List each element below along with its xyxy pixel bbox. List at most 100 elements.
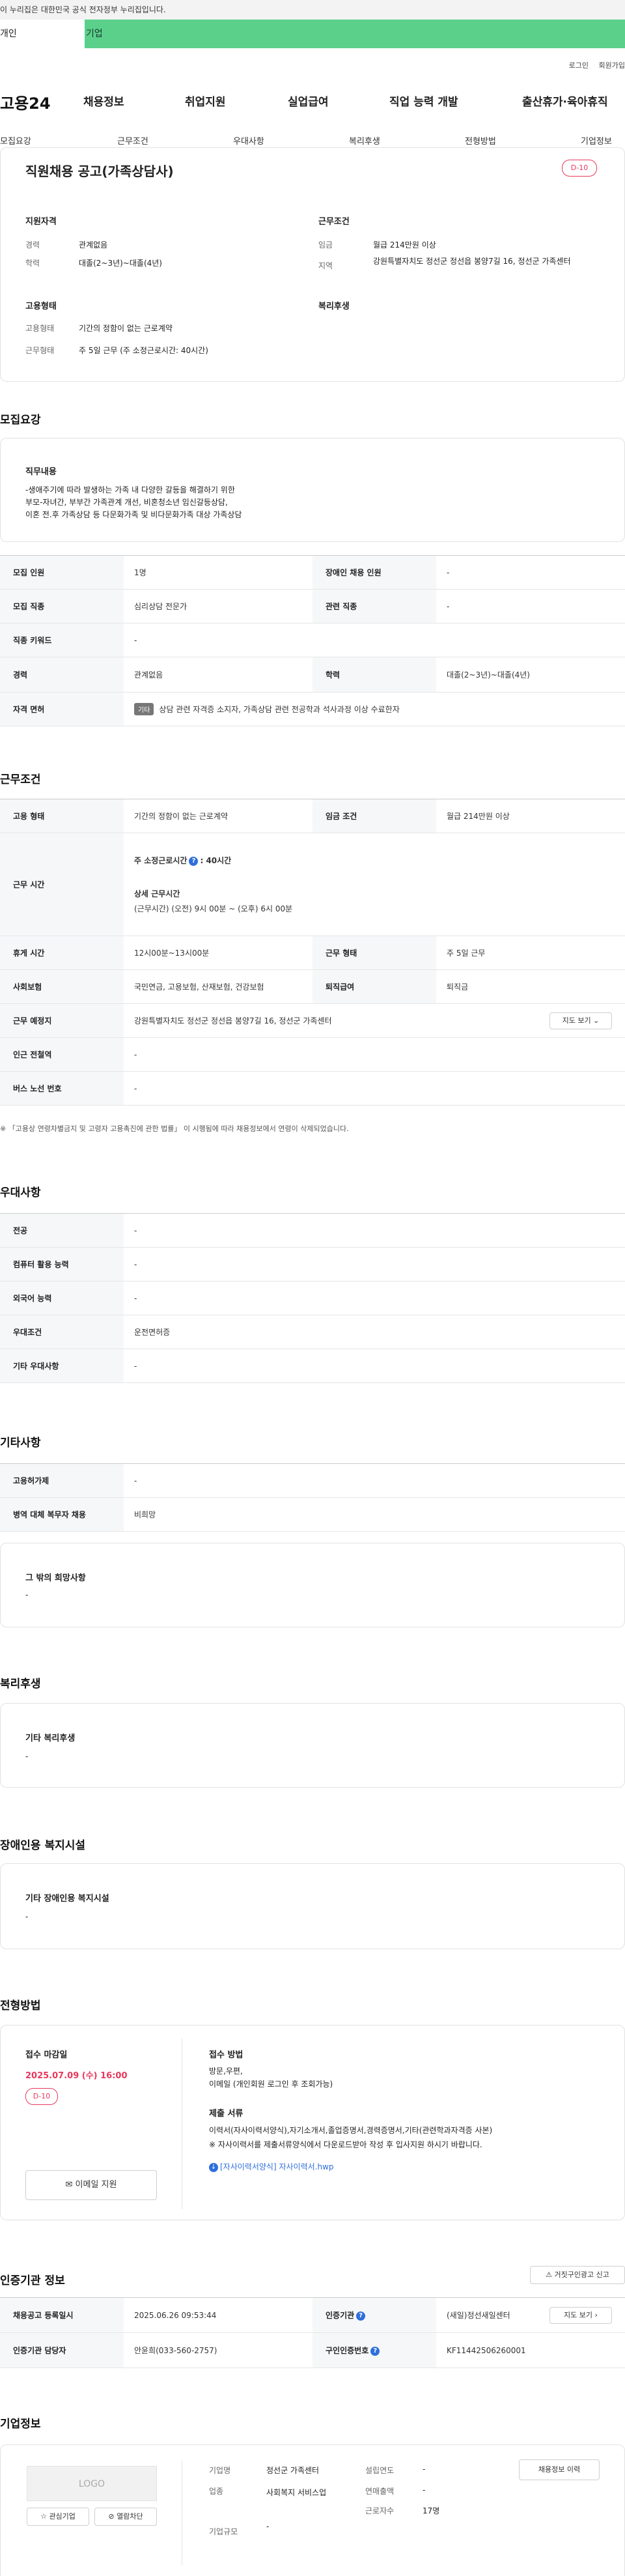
industry-value: 사회복지 서비스업 xyxy=(266,2488,327,2497)
favorite-button[interactable]: ☆ 관심기업 xyxy=(27,2508,89,2526)
history-button[interactable]: 채용정보 이력 xyxy=(519,2459,600,2480)
subnav-screening[interactable]: 전형방법 xyxy=(465,134,496,147)
gnb-leave[interactable]: 출산휴가·육아휴직 xyxy=(522,93,608,109)
email-apply-button[interactable]: ✉ 이메일 지원 xyxy=(25,2170,157,2200)
deadline-dday-badge: D-10 xyxy=(25,2088,58,2105)
cell-value: 월급 214만원 이상 xyxy=(436,799,625,833)
org-value: (새일)정선새일센터 xyxy=(447,2311,510,2320)
cell-header: 사회보험 xyxy=(0,969,124,1004)
etc-heading: 기타사항 xyxy=(0,1437,41,1450)
career-value: 관계없음 xyxy=(79,240,108,250)
util-links: 로그인 회원가입 xyxy=(561,60,625,70)
cell-header: 관련 직종 xyxy=(312,589,436,623)
star-icon: ☆ xyxy=(40,2512,47,2521)
welfare-title: 복리후생 xyxy=(318,302,350,311)
weekly-hours-value: : 40시간 xyxy=(200,856,232,865)
cell-value: 심리상담 전문가 xyxy=(124,589,312,623)
cell-value: - xyxy=(124,1213,625,1248)
gnb-jobs[interactable]: 채용정보 xyxy=(83,93,124,109)
help-icon[interactable]: ? xyxy=(356,2311,366,2321)
company-card: LOGO ☆ 관심기업 ⊘ 열람차단 기업명 정선군 가족센터 업종 사회복지 … xyxy=(0,2444,625,2576)
certify-heading: 인증기관 정보 xyxy=(0,2274,65,2287)
conditions-table: 고용 형태 기간의 정함이 없는 근로계약 임금 조건 월급 214만원 이상 … xyxy=(0,799,625,1106)
cell-header: 인근 전철역 xyxy=(0,1037,124,1072)
block-icon: ⊘ xyxy=(108,2512,115,2521)
cell-header: 퇴직급여 xyxy=(312,969,436,1004)
login-link[interactable]: 로그인 xyxy=(569,61,589,70)
docs-line: 이력서(자사이력서양식),자기소개서,졸업증명서,경력증명서,기타(관련학과자격… xyxy=(209,2126,493,2135)
table-row: 컴퓨터 활용 능력 - xyxy=(0,1247,625,1281)
cond-title: 근무조건 xyxy=(318,217,350,227)
deadline-label: 접수 마감일 xyxy=(25,2050,68,2060)
etc-box-value: - xyxy=(25,1590,29,1599)
region-value: 강원특별자치도 정선군 정선읍 봉양7길 16, 정선군 가족센터 xyxy=(373,257,571,266)
detail-title: 상세 근무시간 xyxy=(134,889,180,898)
cell-value: 12시00분~13시00분 xyxy=(124,936,312,970)
cell-value: 비희망 xyxy=(124,1497,625,1532)
table-row: 버스 노선 번호 - xyxy=(0,1071,625,1106)
subnav-recruit[interactable]: 모집요강 xyxy=(0,134,31,147)
site-logo[interactable]: 고용24 xyxy=(0,91,65,113)
resume-file-label: [자사이력서양식] 자사이력서.hwp xyxy=(220,2162,334,2171)
cell-header: 인증기관 담당자 xyxy=(0,2332,124,2368)
conditions-heading: 근무조건 xyxy=(0,773,41,786)
license-chip: 기타 xyxy=(134,703,154,715)
duty-line: 이혼 전.후 가족상담 등 다문화가족 및 비다문화가족 대상 가족상담 xyxy=(25,510,242,519)
table-row: 고용허가제 - xyxy=(0,1463,625,1498)
method-text: 방문,우편, 이메일 (개인회원 로그인 후 조회가능) xyxy=(209,2065,333,2091)
method-title: 접수 방법 xyxy=(209,2050,243,2060)
cell-value: 주 5일 근무 xyxy=(436,936,625,970)
disability-box: 기타 장애인용 복지시설 - xyxy=(0,1863,625,1949)
global-nav: 고용24 채용정보 취업지원 실업급여 직업 능력 개발 출산휴가·육아휴직 xyxy=(0,90,625,113)
table-row: 모집 직종 심리상담 전문가 관련 직종 - xyxy=(0,589,625,623)
help-icon[interactable]: ? xyxy=(370,2346,380,2356)
tab-personal[interactable]: 개인 xyxy=(0,20,85,48)
size-label: 기업규모 xyxy=(209,2527,238,2536)
block-button[interactable]: ⊘ 열람차단 xyxy=(94,2508,157,2526)
help-icon[interactable]: ? xyxy=(189,856,199,866)
tab-company[interactable]: 기업 xyxy=(85,20,169,48)
subnav-company[interactable]: 기업정보 xyxy=(581,134,612,147)
method-line: 이메일 (개인회원 로그인 후 조회가능) xyxy=(209,2080,333,2089)
map-button[interactable]: 지도 보기 ⌄ xyxy=(549,1012,612,1029)
report-button[interactable]: ⚠ 거짓구인광고 신고 xyxy=(530,2266,625,2284)
mail-icon: ✉ xyxy=(65,2180,73,2190)
cell-header: 휴게 시간 xyxy=(0,936,124,970)
cell-value: 2025.06.26 09:53:44 xyxy=(124,2297,312,2333)
table-row: 전공 - xyxy=(0,1213,625,1248)
edu-label: 학력 xyxy=(25,259,40,268)
subnav-welfare[interactable]: 복리후생 xyxy=(349,134,380,147)
company-name-label: 기업명 xyxy=(209,2466,231,2475)
subnav-conditions[interactable]: 근무조건 xyxy=(117,134,148,147)
gnb-support[interactable]: 취업지원 xyxy=(185,93,226,109)
cell-value: 기간의 정함이 없는 근로계약 xyxy=(124,799,312,833)
gnb-training[interactable]: 직업 능력 개발 xyxy=(389,93,458,109)
favorite-label: 관심기업 xyxy=(49,2512,76,2521)
cell-header: 병역 대체 복무자 채용 xyxy=(0,1497,124,1532)
cell-header: 근무 예정지 xyxy=(0,1003,124,1038)
gnb-benefit[interactable]: 실업급여 xyxy=(288,93,329,109)
dday-badge: D-10 xyxy=(562,160,597,177)
cell-header: 직종 키워드 xyxy=(0,623,124,657)
screening-heading: 전형방법 xyxy=(0,1999,41,2012)
cell-header: 인증기관? xyxy=(312,2297,436,2333)
join-link[interactable]: 회원가입 xyxy=(599,61,625,70)
cert-map-button[interactable]: 지도 보기 › xyxy=(549,2307,612,2324)
cell-header: 채용공고 등록일시 xyxy=(0,2297,124,2333)
table-row: 경력 관계없음 학력 대졸(2~3년)~대졸(4년) xyxy=(0,657,625,693)
cert-map-label: 지도 보기 xyxy=(564,2311,593,2319)
subnav-preference[interactable]: 우대사항 xyxy=(233,134,264,147)
recruit-heading: 모집요강 xyxy=(0,414,41,427)
career-label: 경력 xyxy=(25,240,40,250)
resume-file-link[interactable]: ↓ [자사이력서양식] 자사이력서.hwp xyxy=(209,2161,334,2172)
emptype-value: 기간의 정함이 없는 근로계약 xyxy=(79,324,173,333)
cell-value: KF11442506260001 xyxy=(436,2332,625,2368)
table-row: 휴게 시간 12시00분~13시00분 근무 형태 주 5일 근무 xyxy=(0,936,625,970)
cell-value: 강원특별자치도 정선군 정선읍 봉양7길 16, 정선군 가족센터 지도 보기 … xyxy=(124,1003,625,1038)
cell-value: 운전면허증 xyxy=(124,1315,625,1349)
industry-label: 업종 xyxy=(209,2487,224,2496)
cell-header: 고용허가제 xyxy=(0,1463,124,1498)
disability-box-value: - xyxy=(25,1912,29,1921)
duty-title: 직무내용 xyxy=(25,467,57,477)
cell-value: 국민연금, 고용보험, 산재보험, 건강보험 xyxy=(124,969,312,1004)
